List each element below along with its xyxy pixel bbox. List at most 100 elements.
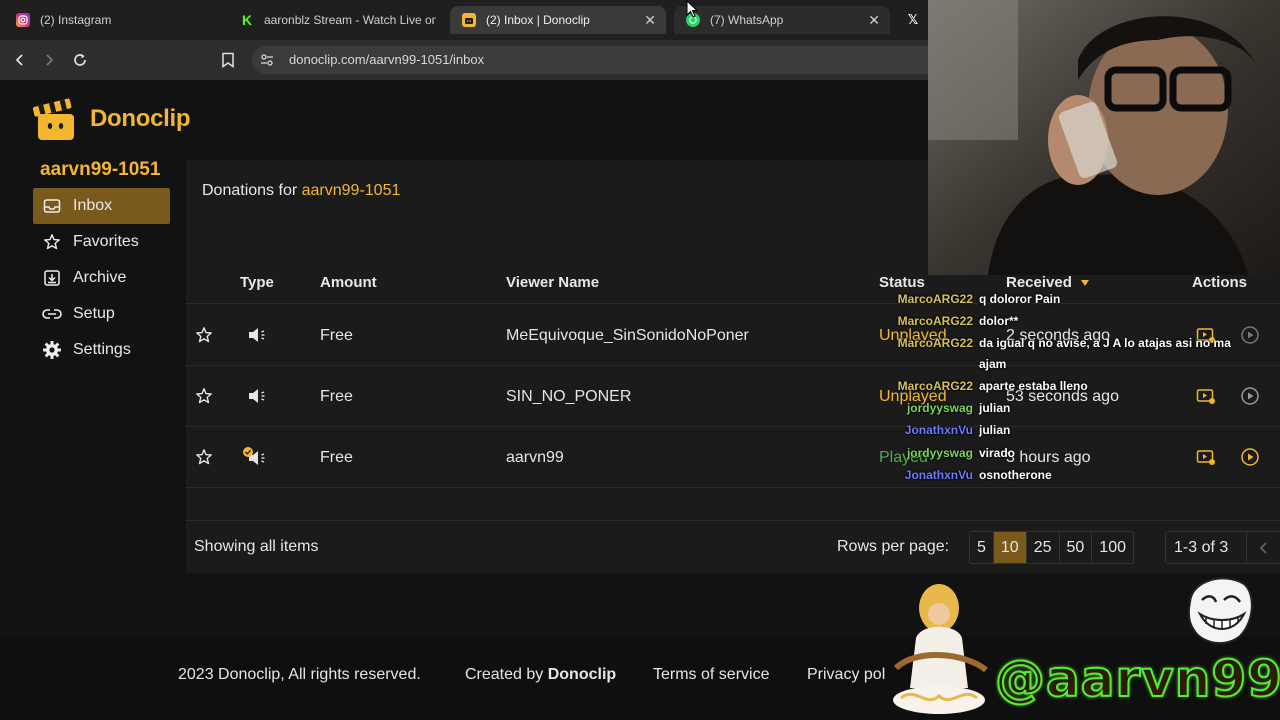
chat-username: MarcoARG22 — [897, 336, 973, 350]
sidebar-username: aarvn99-1051 — [40, 159, 161, 180]
chat-message: MarcoARG22 aparte estaba lleno — [886, 379, 1088, 393]
sidebar-item-label: Favorites — [73, 233, 139, 250]
rows-per-page-option-50[interactable]: 50 — [1060, 532, 1093, 563]
chat-username: JonathxnVu — [904, 468, 973, 482]
terms-of-service-link[interactable]: Terms of service — [653, 666, 769, 684]
tab-donoclip-inbox[interactable]: (2) Inbox | Donoclip ✕ — [450, 6, 666, 34]
chat-username: MarcoARG22 — [897, 314, 973, 328]
created-by-prefix: Created by — [465, 666, 544, 683]
tab-whatsapp[interactable]: (7) WhatsApp ✕ — [674, 6, 890, 34]
play-preview-icon[interactable] — [1239, 447, 1261, 467]
chat-text: dolor** — [979, 314, 1019, 328]
pagination-bar: Showing all items Rows per page: 5 10 25… — [186, 520, 1280, 573]
page-range: 1-3 of 3 — [1165, 531, 1280, 564]
rows-per-page-label: Rows per page: — [837, 538, 950, 555]
brand-name: Donoclip — [90, 105, 191, 132]
rows-per-page-option-100[interactable]: 100 — [1092, 532, 1133, 563]
tab-title: aaronblz Stream - Watch Live on — [264, 13, 436, 27]
play-preview-icon[interactable] — [1239, 386, 1261, 406]
chat-text: osnotherone — [979, 468, 1052, 482]
chat-username: jordyyswag — [906, 401, 973, 415]
chat-username: jordyyswag — [906, 446, 973, 460]
tab-instagram[interactable]: (2) Instagram — [4, 6, 222, 34]
rows-per-page-option-10[interactable]: 10 — [993, 532, 1027, 563]
sidebar-nav: Inbox Favorites Archive Setup Settings — [33, 188, 170, 368]
column-received-label: Received — [1006, 274, 1072, 291]
arrow-left-icon — [15, 54, 23, 66]
play-on-stream-icon[interactable] — [1195, 386, 1217, 406]
column-viewer-name: Viewer Name — [506, 274, 600, 291]
kick-icon: K — [240, 12, 254, 28]
sidebar-item-label: Archive — [73, 269, 127, 286]
play-preview-icon[interactable] — [1239, 325, 1261, 345]
chat-text: da igual q no avise, a J A lo atajas asi… — [979, 336, 1231, 350]
chevron-left-icon — [1259, 541, 1267, 554]
sidebar-item-inbox[interactable]: Inbox — [33, 188, 170, 224]
privacy-policy-link[interactable]: Privacy pol — [807, 666, 885, 684]
audio-type-icon — [246, 325, 268, 345]
showing-label: Showing all items — [194, 538, 319, 555]
browser-tab-strip: (2) Instagram K aaronblz Stream - Watch … — [0, 0, 928, 40]
page-title-user: aarvn99-1051 — [301, 182, 401, 199]
tab-title: (2) Instagram — [40, 13, 112, 27]
arrow-right-icon — [46, 54, 54, 66]
sidebar-item-settings[interactable]: Settings — [33, 332, 170, 368]
instagram-icon — [16, 13, 30, 27]
amount-cell: Free — [320, 327, 353, 344]
chat-message: JonathxnVu julian — [886, 423, 1011, 437]
close-icon[interactable]: ✕ — [868, 12, 880, 28]
rows-per-page-option-25[interactable]: 25 — [1027, 532, 1060, 563]
column-amount: Amount — [320, 274, 377, 291]
sidebar-item-label: Inbox — [73, 197, 113, 214]
reload-button[interactable] — [70, 50, 90, 70]
table-row: Free aarvn99 Played 3 hours ago — [186, 427, 1280, 488]
site-settings-icon[interactable] — [260, 53, 274, 67]
created-by-link[interactable]: Created by Donoclip — [465, 666, 616, 684]
sort-desc-icon — [1081, 280, 1090, 286]
forward-button[interactable] — [39, 50, 59, 70]
inbox-icon — [42, 196, 62, 216]
favorite-star-icon[interactable] — [194, 386, 214, 406]
rows-per-page-selector: 5 10 25 50 100 — [969, 531, 1134, 564]
sidebar-item-setup[interactable]: Setup — [33, 296, 170, 332]
rows-per-page-option-5[interactable]: 5 — [970, 532, 994, 563]
archive-icon — [42, 268, 62, 288]
address-bar: donoclip.com/aarvn99-1051/inbox — [0, 40, 928, 80]
url-text: donoclip.com/aarvn99-1051/inbox — [289, 52, 485, 67]
page-range-label: 1-3 of 3 — [1174, 539, 1229, 556]
viewer-name-cell: MeEquivoque_SinSonidoNoPoner — [506, 327, 749, 344]
chat-text: virado — [979, 446, 1016, 460]
webcam-overlay — [928, 0, 1280, 275]
x-icon: 𝕏 — [907, 12, 919, 27]
chat-username: MarcoARG22 — [897, 292, 973, 306]
donoclip-logo[interactable]: Donoclip — [32, 96, 191, 142]
audio-played-icon — [242, 445, 268, 469]
sidebar-item-label: Settings — [73, 341, 131, 358]
play-on-stream-icon[interactable] — [1195, 447, 1217, 467]
viewer-name-cell: aarvn99 — [506, 449, 564, 466]
chat-username: MarcoARG22 — [897, 379, 973, 393]
trollface-sticker-image — [1187, 577, 1253, 645]
tab-x[interactable]: 𝕏 — [898, 6, 928, 34]
chat-message: jordyyswag julian — [886, 401, 1010, 415]
sidebar-item-archive[interactable]: Archive — [33, 260, 170, 296]
amount-cell: Free — [320, 388, 353, 405]
chat-username: JonathxnVu — [904, 423, 973, 437]
star-icon — [42, 232, 62, 252]
favorite-star-icon[interactable] — [194, 325, 214, 345]
tab-kick-stream[interactable]: K aaronblz Stream - Watch Live on — [228, 6, 446, 34]
previous-page-button[interactable] — [1246, 532, 1280, 563]
favorite-star-icon[interactable] — [194, 447, 214, 467]
chat-text: aparte estaba lleno — [979, 379, 1088, 393]
close-icon[interactable]: ✕ — [644, 12, 656, 28]
streamer-handle-overlay: @aarvn99 — [994, 649, 1280, 709]
chat-text: ajam — [979, 357, 1007, 371]
bookmark-button[interactable] — [218, 50, 238, 70]
clapperboard-logo-icon — [32, 98, 74, 140]
column-type: Type — [240, 274, 274, 291]
viewer-name-cell: SIN_NO_PONER — [506, 388, 632, 405]
sidebar-item-favorites[interactable]: Favorites — [33, 224, 170, 260]
back-button[interactable] — [10, 50, 30, 70]
status-badge: Unplayed — [879, 388, 947, 405]
url-field[interactable]: donoclip.com/aarvn99-1051/inbox — [252, 46, 928, 74]
